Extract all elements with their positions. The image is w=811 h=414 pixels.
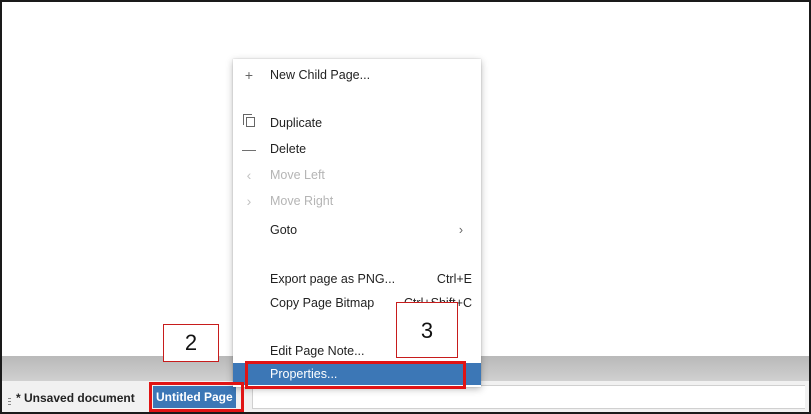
menu-item-label: Move Right — [270, 194, 334, 208]
annotation-step-2: 2 — [163, 324, 219, 362]
menu-item-goto[interactable]: Goto › — [233, 219, 481, 241]
menu-item-label: Goto — [270, 223, 298, 237]
menu-item-delete[interactable]: — Delete — [233, 138, 481, 160]
menu-item-new-child-page[interactable]: + New Child Page... — [233, 64, 481, 86]
chevron-right-icon: › — [458, 223, 463, 237]
chevron-left-icon: ‹ — [246, 167, 252, 183]
menu-item-label: Delete — [270, 142, 307, 156]
menu-item-label: Edit Page Note... — [270, 344, 365, 358]
menu-item-shortcut: Ctrl+E — [436, 272, 472, 286]
menu-item-move-right: › Move Right — [233, 190, 481, 212]
document-tab[interactable]: * Unsaved document — [16, 391, 135, 405]
menu-item-label: New Child Page... — [270, 68, 371, 82]
menu-item-label: Move Left — [270, 168, 325, 182]
page-tab-untitled[interactable]: Untitled Page — [153, 386, 236, 408]
app-window: * Unsaved document Untitled Page + New C… — [0, 0, 811, 414]
plus-icon: + — [244, 67, 254, 83]
menu-item-move-left: ‹ Move Left — [233, 164, 481, 186]
chevron-right-icon: › — [246, 193, 252, 209]
duplicate-icon — [243, 114, 255, 127]
annotation-step-3: 3 — [396, 302, 458, 358]
menu-item-label: Copy Page Bitmap — [270, 296, 375, 310]
tab-grip-icon — [8, 398, 11, 407]
menu-item-export-png[interactable]: Export page as PNG... Ctrl+E — [233, 268, 481, 290]
menu-item-duplicate[interactable]: Duplicate — [233, 112, 481, 134]
menu-item-label: Export page as PNG... — [270, 272, 396, 286]
menu-item-properties[interactable]: Properties... — [233, 363, 481, 385]
menu-item-label: Duplicate — [270, 116, 323, 130]
menu-item-label: Properties... — [270, 367, 338, 381]
tab-bar-empty-area — [252, 385, 805, 409]
minus-icon: — — [242, 141, 256, 157]
